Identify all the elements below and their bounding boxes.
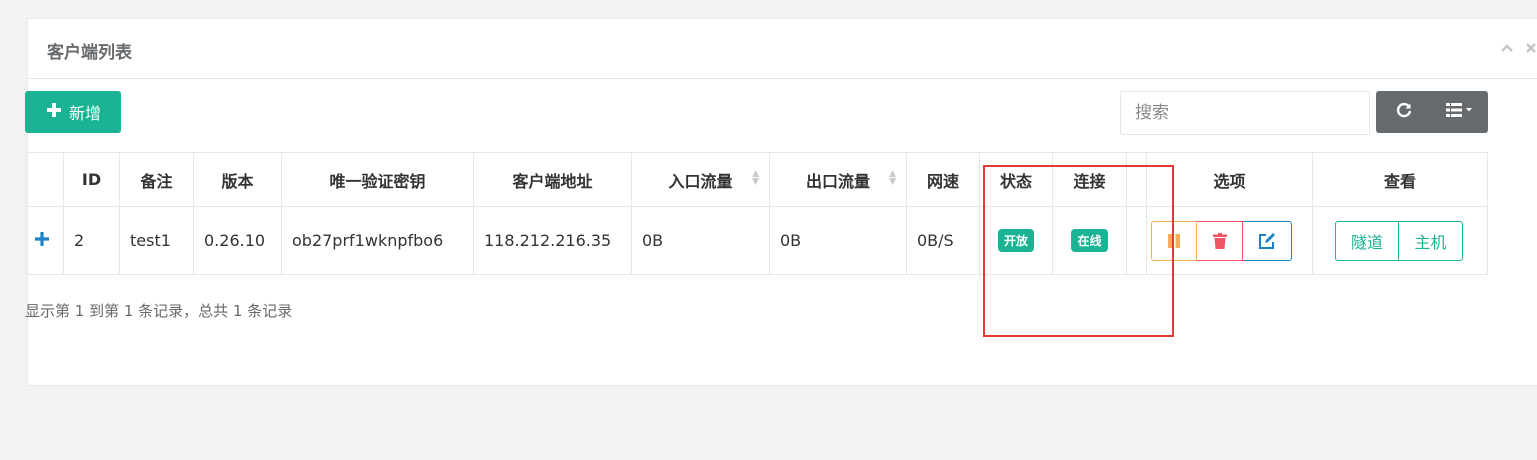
pause-button[interactable]	[1151, 220, 1197, 261]
refresh-icon	[1395, 101, 1413, 123]
cell-in-flow: 0B	[631, 206, 770, 275]
add-button-label: 新增	[68, 104, 101, 123]
cell-id: 2	[63, 206, 120, 275]
columns-toggle-button[interactable]	[1432, 91, 1488, 133]
col-version[interactable]: 版本	[193, 152, 282, 207]
list-icon	[1446, 102, 1474, 122]
table-row: 2 test1 0.26.10 ob27prf1wknpfbo6 118.212…	[25, 206, 1488, 275]
cell-options	[1146, 206, 1313, 275]
col-remark[interactable]: 备注	[119, 152, 194, 207]
col-view: 查看	[1312, 152, 1488, 207]
panel-title: 客户端列表	[47, 43, 132, 63]
panel-header: 客户端列表	[28, 19, 1537, 79]
col-in-flow-label: 入口流量	[668, 171, 733, 191]
edit-icon	[1259, 232, 1275, 249]
expand-cell[interactable]	[25, 206, 64, 275]
options-group	[1151, 220, 1292, 261]
connection-badge: 在线	[1071, 229, 1108, 252]
view-tunnel-button[interactable]: 隧道	[1335, 220, 1399, 261]
plus-icon	[45, 101, 63, 124]
col-out-flow[interactable]: 出口流量 ▲ ▼	[769, 152, 907, 207]
cell-status: 开放	[979, 206, 1053, 275]
sort-icon[interactable]: ▲ ▼	[889, 170, 896, 187]
col-spacer	[1126, 152, 1147, 207]
edit-button[interactable]	[1243, 220, 1292, 261]
pagination-summary: 显示第 1 到第 1 条记录，总共 1 条记录	[25, 302, 293, 320]
panel-tools	[1500, 39, 1537, 57]
cell-version: 0.26.10	[193, 206, 282, 275]
cell-spacer	[1126, 206, 1147, 275]
col-expand	[25, 152, 64, 207]
cell-remark: test1	[119, 206, 194, 275]
col-options: 选项	[1146, 152, 1313, 207]
trash-icon	[1212, 232, 1227, 249]
delete-button[interactable]	[1197, 220, 1243, 261]
col-out-flow-label: 出口流量	[805, 171, 870, 191]
view-group: 隧道 主机	[1335, 220, 1463, 261]
col-key[interactable]: 唯一验证密钥	[281, 152, 474, 207]
table-header-row: ID 备注 版本 唯一验证密钥 客户端地址 入口流量 ▲ ▼ 出口流量 ▲ ▼ 网速…	[25, 152, 1488, 207]
expand-plus-icon[interactable]	[34, 231, 50, 251]
cell-key: ob27prf1wknpfbo6	[281, 206, 474, 275]
cell-address: 118.212.216.35	[473, 206, 632, 275]
cell-view: 隧道 主机	[1312, 206, 1488, 275]
col-in-flow[interactable]: 入口流量 ▲ ▼	[631, 152, 770, 207]
col-connection[interactable]: 连接	[1052, 152, 1127, 207]
close-icon[interactable]	[1524, 39, 1537, 57]
col-status[interactable]: 状态	[979, 152, 1053, 207]
table-tools-group	[1376, 91, 1488, 133]
sort-icon[interactable]: ▲ ▼	[752, 170, 759, 187]
search-input[interactable]	[1120, 91, 1370, 135]
cell-connection: 在线	[1052, 206, 1127, 275]
cell-out-flow: 0B	[769, 206, 907, 275]
add-client-button[interactable]: 新增	[25, 91, 121, 133]
refresh-button[interactable]	[1376, 91, 1432, 133]
client-table: ID 备注 版本 唯一验证密钥 客户端地址 入口流量 ▲ ▼ 出口流量 ▲ ▼ 网速…	[25, 152, 1488, 275]
col-speed[interactable]: 网速	[906, 152, 980, 207]
col-id[interactable]: ID	[63, 152, 120, 207]
cell-speed: 0B/S	[906, 206, 980, 275]
chevron-up-icon[interactable]	[1500, 39, 1514, 57]
status-badge: 开放	[997, 229, 1034, 252]
col-address[interactable]: 客户端地址	[473, 152, 632, 207]
pause-icon	[1168, 233, 1180, 248]
view-host-button[interactable]: 主机	[1399, 220, 1463, 261]
